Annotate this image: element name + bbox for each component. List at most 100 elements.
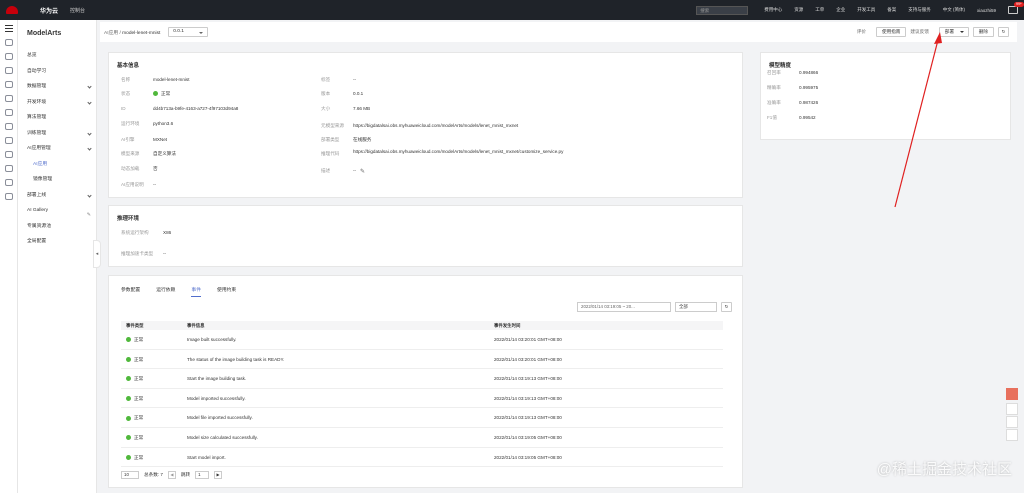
network-icon[interactable]	[4, 109, 13, 116]
huawei-logo[interactable]	[6, 6, 36, 14]
chevron-down-icon	[87, 99, 92, 105]
page-size-select[interactable]: 10	[121, 471, 139, 479]
tab-0[interactable]: 参数配置	[121, 286, 140, 297]
tab-3[interactable]: 使用约束	[217, 286, 236, 297]
event-type-filter[interactable]: 全部	[675, 302, 717, 312]
status-ok-icon	[126, 435, 131, 441]
metric-value: 0.995975	[799, 85, 819, 90]
refresh-icon[interactable]: ↻	[998, 27, 1009, 37]
metric-label: 精确率	[767, 85, 781, 90]
sidebar-item-11[interactable]: 专属资源池	[18, 219, 96, 235]
env-value: X86	[163, 230, 172, 235]
info-label: AI引擎	[121, 137, 135, 142]
help-icon[interactable]	[1006, 403, 1018, 415]
metric-label: 召回率	[767, 70, 781, 75]
sidebar-item-4[interactable]: 算法管理	[18, 110, 96, 126]
table-row: 正常 Start model import. 2022/01/14 03:19:05…	[121, 448, 723, 468]
info-value: 正常	[153, 91, 170, 97]
chevron-down-icon	[87, 146, 92, 151]
sidebar-item-9[interactable]: 部署上线	[18, 188, 96, 204]
col-event-time[interactable]: 事件发生时间	[494, 323, 520, 329]
inference-env-panel: 推理环境 系统运行架构 X86 推理加速卡类型 --	[108, 205, 743, 267]
sidebar-title: ModelArts	[27, 30, 62, 37]
sidebar-item-3[interactable]: 开发环境	[18, 95, 96, 111]
sidebar-item-label: 镜像管理	[33, 177, 53, 182]
menu-icon[interactable]	[4, 25, 13, 32]
goto-page-input[interactable]: 1	[195, 471, 210, 479]
event-info: Start model import.	[187, 454, 226, 460]
nav-tickets[interactable]: 工单	[815, 7, 824, 13]
nav-billing[interactable]: 费用中心	[764, 7, 782, 13]
tab-1[interactable]: 运行依赖	[156, 286, 175, 297]
brand-name[interactable]: 华为云	[40, 6, 58, 15]
guide-button[interactable]: 使用指南	[876, 27, 907, 37]
sidebar-item-1[interactable]: 自动学习	[18, 64, 96, 80]
info-label: 描述	[321, 168, 331, 173]
events-refresh-icon[interactable]: ↻	[721, 302, 732, 312]
nav-icp[interactable]: 备案	[887, 7, 896, 13]
pagination: 10 总条数: 7 ◀ 跳转 1 ▶	[121, 471, 223, 479]
feedback-icon[interactable]	[1006, 416, 1018, 428]
console-link[interactable]: 控制台	[70, 7, 85, 14]
nav-devtools[interactable]: 开发工具	[857, 7, 875, 13]
event-type: 正常	[126, 435, 143, 441]
info-value[interactable]: https://bigdatalsai.obs.myhuaweicloud.co…	[353, 149, 563, 155]
event-time: 2022/01/14 03:19:05 GMT+08:00	[494, 454, 562, 460]
prev-page-button[interactable]: ◀	[167, 471, 176, 479]
cloud-icon[interactable]	[4, 137, 13, 144]
sidebar-item-2[interactable]: 数据管理	[18, 79, 96, 95]
event-info: Start the image building task.	[187, 376, 247, 382]
event-info: Model size calculated successfully.	[187, 434, 258, 440]
info-value: dd4b713a-b9fe-4163-a727-4f97103d94a8	[153, 106, 239, 111]
metric-label: F1值	[767, 115, 777, 120]
server-icon[interactable]	[4, 81, 13, 88]
chart-icon[interactable]	[4, 151, 13, 158]
nav-resources[interactable]: 资源	[794, 7, 803, 13]
info-value: 7.66 MB	[353, 106, 371, 111]
goto-label: 跳转	[180, 472, 191, 477]
chat-icon[interactable]	[1006, 388, 1018, 400]
nav-support[interactable]: 支持与服务	[908, 7, 931, 13]
nav-enterprise[interactable]: 企业	[836, 7, 845, 13]
home-icon[interactable]	[4, 39, 13, 46]
deploy-dropdown-button[interactable]: 部署	[938, 27, 969, 37]
sidebar-item-7[interactable]: AI应用	[18, 157, 96, 173]
chevron-down-icon	[87, 84, 92, 89]
feedback-link[interactable]: 评价	[857, 29, 866, 35]
sidebar-item-12[interactable]: 全局配置	[18, 234, 96, 250]
users-icon[interactable]	[4, 67, 13, 74]
event-type: 正常	[126, 415, 143, 421]
version-select[interactable]: 0.0.1	[168, 27, 209, 37]
database-icon[interactable]	[4, 95, 13, 102]
info-label: 版本	[321, 91, 331, 96]
breadcrumb-parent[interactable]: AI应用	[104, 31, 118, 36]
info-value[interactable]: https://bigdatalsai.obs.myhuaweicloud.co…	[353, 123, 518, 128]
settings-icon[interactable]	[4, 179, 13, 186]
suggestion-link[interactable]: 建议反馈	[910, 29, 928, 35]
sidebar-item-10[interactable]: AI Gallery ✎	[18, 203, 96, 219]
event-time: 2022/01/14 03:19:13 GMT+08:00	[494, 395, 562, 401]
gear-icon[interactable]	[4, 193, 13, 200]
message-icon[interactable]: 99+	[1008, 2, 1024, 14]
language-selector[interactable]: 中文 (简体)	[943, 7, 965, 13]
user-account[interactable]: xiaozhi59	[977, 8, 996, 13]
search-input[interactable]: 搜索	[696, 5, 749, 15]
back-to-top-icon[interactable]	[1006, 429, 1018, 441]
upload-icon[interactable]	[4, 165, 13, 172]
sidebar-item-0[interactable]: 总览	[18, 48, 96, 64]
sidebar-item-label: 训练管理	[27, 130, 47, 136]
next-page-button[interactable]: ▶	[214, 471, 223, 479]
event-time: 2022/01/14 03:20:01 GMT+08:00	[494, 356, 562, 362]
event-time: 2022/01/14 03:19:05 GMT+08:00	[494, 434, 562, 440]
sidebar-item-5[interactable]: 训练管理	[18, 126, 96, 142]
sidebar-item-6[interactable]: AI应用管理	[18, 141, 96, 157]
sidebar-collapse-button[interactable]: ◂	[93, 240, 101, 268]
sidebar-item-8[interactable]: 镜像管理	[18, 172, 96, 188]
alert-icon[interactable]	[4, 53, 13, 60]
storage-icon[interactable]	[4, 123, 13, 130]
delete-button[interactable]: 删除	[972, 27, 994, 37]
event-time: 2022/01/14 03:19:13 GMT+08:00	[494, 376, 562, 382]
date-range-picker[interactable]: 2022/01/14 03:19:05 ~ 20...	[577, 302, 671, 312]
tab-2[interactable]: 事件	[191, 286, 202, 297]
edit-description-icon[interactable]: ✎	[360, 168, 365, 175]
